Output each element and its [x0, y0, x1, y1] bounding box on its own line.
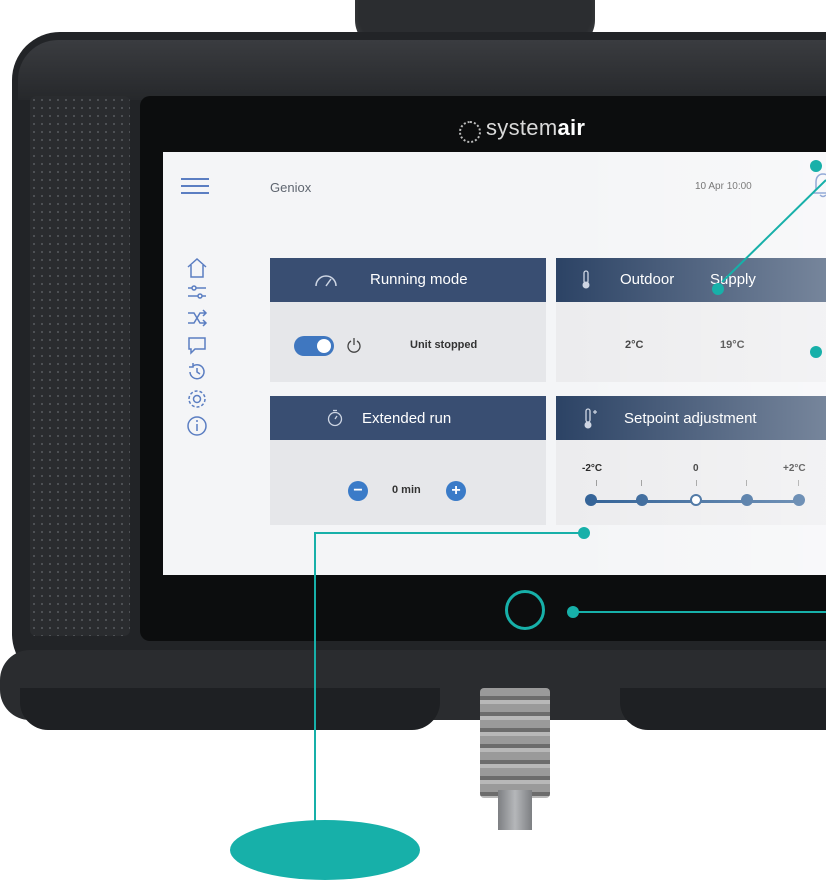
slider-tick — [696, 480, 697, 486]
callout-dot — [712, 283, 724, 295]
cable — [498, 790, 532, 830]
slider-tick — [746, 480, 747, 486]
decrease-button[interactable]: − — [348, 481, 368, 501]
outdoor-label: Outdoor — [620, 271, 675, 288]
slider-tick — [641, 480, 642, 486]
outdoor-temperature: 2°C — [625, 339, 644, 351]
brand-suffix: air — [557, 115, 586, 140]
setpoint-mid-label: 0 — [693, 463, 699, 474]
running-mode-title: Running mode — [370, 271, 468, 288]
setpoint-max-label: +2°C — [783, 463, 806, 474]
speedometer-icon — [313, 268, 339, 290]
setpoint-step[interactable] — [793, 494, 805, 506]
setpoint-step[interactable] — [741, 494, 753, 506]
sliders-icon[interactable] — [185, 280, 209, 304]
gear-icon[interactable] — [185, 387, 209, 411]
systemair-logo-icon — [459, 121, 481, 143]
timer-icon — [326, 409, 344, 427]
power-icon — [346, 337, 362, 353]
setpoint-step[interactable] — [585, 494, 597, 506]
info-icon[interactable] — [185, 414, 209, 438]
setpoint-title: Setpoint adjustment — [624, 410, 757, 427]
extended-run-value: 0 min — [392, 484, 421, 496]
home-button[interactable] — [505, 590, 545, 630]
device-foot-right — [620, 688, 826, 730]
callout-circle — [230, 820, 420, 880]
history-icon[interactable] — [185, 360, 209, 384]
slider-tick — [798, 480, 799, 486]
thermometer-plus-icon — [584, 408, 598, 430]
setpoint-slider-handle[interactable] — [690, 494, 702, 506]
cable-connector — [480, 688, 550, 798]
device-rim — [18, 40, 826, 100]
callout-line — [573, 611, 826, 613]
setpoint-step[interactable] — [636, 494, 648, 506]
callout-dot — [810, 346, 822, 358]
chat-icon[interactable] — [185, 333, 209, 357]
home-icon[interactable] — [185, 256, 209, 280]
temperature-body — [556, 302, 826, 382]
menu-icon[interactable] — [181, 178, 209, 196]
thermometer-icon — [580, 270, 592, 290]
page-title: Geniox — [270, 180, 312, 195]
callout-line — [315, 532, 583, 534]
extended-run-body — [270, 440, 546, 525]
extended-run-title: Extended run — [362, 410, 452, 427]
brand-prefix: system — [486, 115, 558, 140]
slider-tick — [596, 480, 597, 486]
speaker-grille — [30, 96, 130, 636]
supply-temperature: 19°C — [720, 339, 745, 351]
callout-line — [314, 532, 316, 830]
increase-button[interactable]: + — [446, 481, 466, 501]
brand-wordmark: systemair — [486, 115, 585, 141]
shuffle-icon[interactable] — [185, 306, 209, 330]
unit-power-toggle[interactable] — [294, 336, 334, 356]
device-foot-left — [20, 688, 440, 730]
callout-line — [720, 160, 826, 290]
setpoint-min-label: -2°C — [582, 463, 603, 474]
unit-status-text: Unit stopped — [410, 339, 478, 351]
